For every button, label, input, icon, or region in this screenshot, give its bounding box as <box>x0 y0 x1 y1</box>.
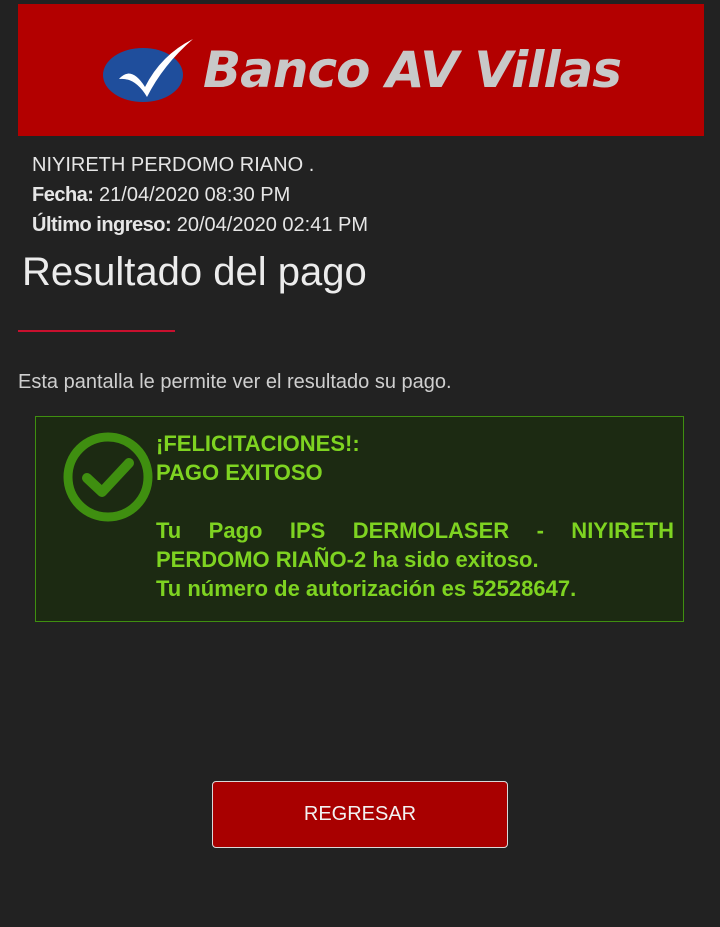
last-login-value: 20/04/2020 02:41 PM <box>176 214 368 236</box>
checkmark-circle-icon <box>63 432 153 522</box>
result-message: ¡FELICITACIONES!: PAGO EXITOSO Tu Pago I… <box>156 429 674 603</box>
session-date-label: Fecha: <box>32 184 94 206</box>
last-login-label: Último ingreso: <box>32 214 172 236</box>
page-description: Esta pantalla le permite ver el resultad… <box>18 371 452 393</box>
session-date: Fecha: 21/04/2020 08:30 PM <box>32 180 368 210</box>
page-title: Resultado del pago <box>22 250 367 294</box>
last-login: Último ingreso: 20/04/2020 02:41 PM <box>32 210 368 240</box>
payment-result-panel: ¡FELICITACIONES!: PAGO EXITOSO Tu Pago I… <box>35 416 684 622</box>
session-date-value: 21/04/2020 08:30 PM <box>99 184 291 206</box>
payment-result-page: Banco AV Villas NIYIRETH PERDOMO RIANO .… <box>0 0 720 927</box>
authorization-number: Tu número de autorización es 52528647. <box>156 576 577 601</box>
back-button[interactable]: REGRESAR <box>212 781 508 848</box>
bank-name: Banco AV Villas <box>203 41 622 99</box>
bank-logo: Banco AV Villas <box>101 35 622 105</box>
result-headline: ¡FELICITACIONES!: <box>156 431 360 456</box>
user-name: NIYIRETH PERDOMO RIANO . <box>32 154 315 176</box>
bank-logo-icon <box>103 39 193 102</box>
bank-header-banner: Banco AV Villas <box>18 4 704 136</box>
title-underline <box>18 330 175 332</box>
user-info: NIYIRETH PERDOMO RIANO . Fecha: 21/04/20… <box>32 150 368 240</box>
result-status: PAGO EXITOSO <box>156 460 323 485</box>
result-detail: Tu Pago IPS DERMOLASER - NIYIRETH PERDOM… <box>156 518 674 572</box>
